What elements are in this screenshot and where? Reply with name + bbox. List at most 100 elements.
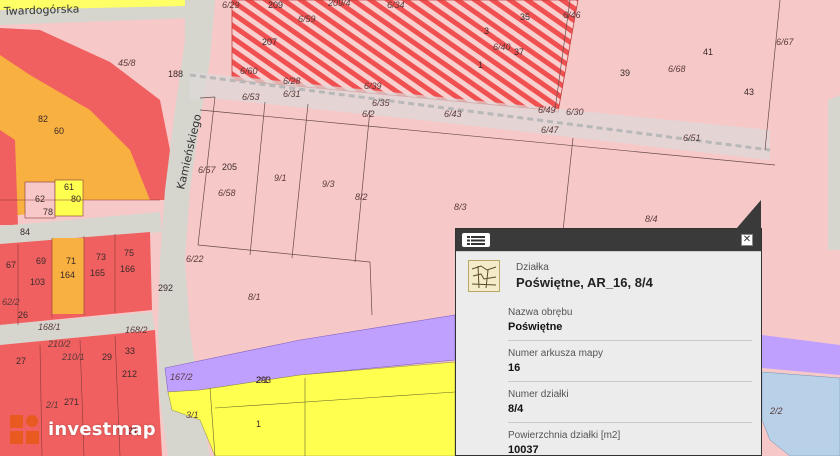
parcel-label: 6/31: [283, 89, 301, 99]
attribute-row: Powierzchnia działki [m2] 10037: [508, 423, 752, 456]
parcel-label: 2/1: [45, 400, 59, 410]
parcel-label: 39: [620, 68, 630, 78]
parcel-label: 103: [30, 277, 45, 287]
close-icon[interactable]: ✕: [741, 234, 753, 246]
popup-header: ✕: [456, 229, 761, 251]
attribute-value: Poświętne: [508, 321, 563, 333]
feature-type: Działka: [516, 262, 549, 273]
parcel-label: 6/34: [387, 0, 405, 10]
parcel-label: 209: [268, 0, 283, 10]
parcel-label: 188: [168, 69, 183, 79]
parcel-label: 209/4: [327, 0, 351, 8]
parcel-label: 43: [744, 87, 754, 97]
attribute-key: Powierzchnia działki [m2]: [508, 430, 621, 441]
list-menu-icon[interactable]: [462, 233, 490, 247]
parcel-label: 1: [256, 419, 261, 429]
parcel-label: 6/53: [242, 92, 260, 102]
attribute-key: Numer arkusza mapy: [508, 348, 604, 359]
parcel-label: 6/58: [218, 188, 236, 198]
parcel-label: 6/47: [541, 125, 560, 135]
parcel-label: 292: [158, 283, 173, 293]
parcel-map-icon: [468, 260, 500, 292]
street-label-twardogorska: Twardogórska: [3, 2, 80, 18]
attribute-value: 16: [508, 362, 521, 374]
parcel-label: 6/68: [668, 64, 686, 74]
attribute-row: Numer działki 8/4: [508, 382, 752, 423]
parcel-label: 6/46: [563, 10, 581, 20]
parcel-label: 205: [222, 162, 237, 172]
parcel-label: 84: [20, 227, 30, 237]
parcel-label: 6/2: [362, 109, 375, 119]
parcel-label: 9/1: [274, 173, 287, 183]
parcel-label: 27: [16, 356, 26, 366]
parcel-label: 6/39: [364, 81, 382, 91]
parcel-label: 6/49: [538, 105, 556, 115]
parcel-label: 168/1: [38, 322, 61, 332]
parcel-label: 9/3: [322, 179, 335, 189]
parcel-label: 29: [102, 352, 112, 362]
parcel-label: 6/43: [444, 109, 462, 119]
parcel-label: 26: [18, 310, 28, 320]
attribute-row: Numer arkusza mapy 16: [508, 341, 752, 382]
parcel-label: 207: [262, 37, 277, 47]
parcel-label: 6/57: [198, 165, 217, 175]
parcel-info-popup: ✕ Działka Poświętne, AR_16, 8/4 Nazwa ob…: [455, 228, 762, 456]
popup-pointer: [736, 200, 761, 229]
parcel-label: 293: [256, 375, 271, 385]
parcel-label: 69: [36, 256, 46, 266]
parcel-label: 6/40: [493, 42, 511, 52]
parcel-label: 2/2: [769, 406, 783, 416]
parcel-label: 164: [60, 270, 75, 280]
feature-name: Poświętne, AR_16, 8/4: [516, 275, 653, 290]
parcel-label: 212: [122, 369, 137, 379]
parcel-label: 33: [125, 346, 135, 356]
parcel-label: 75: [124, 248, 134, 258]
parcel-label: 6/60: [240, 66, 258, 76]
logo-text: investmap: [48, 418, 156, 440]
attribute-row: Nazwa obrębu Poświętne: [508, 300, 752, 341]
parcel-label: 6/22: [186, 254, 204, 264]
parcel-label: 82: [38, 114, 48, 124]
parcel-label: 62/2: [2, 297, 20, 307]
parcel-label: 3: [484, 26, 489, 36]
parcel-label: 80: [71, 194, 81, 204]
investmap-logo[interactable]: investmap: [10, 413, 156, 445]
attribute-value: 10037: [508, 444, 539, 456]
parcel-label: 6/28: [283, 76, 301, 86]
attribute-key: Nazwa obrębu: [508, 307, 573, 318]
parcel-label: 78: [43, 207, 53, 217]
parcel-label: 8/4: [645, 214, 658, 224]
parcel-label: 1: [478, 60, 483, 70]
parcel-label: 45/8: [118, 58, 136, 68]
parcel-label: 61: [64, 182, 74, 192]
parcel-label: 271: [64, 397, 79, 407]
parcel-label: 3/1: [186, 410, 199, 420]
parcel-label: 6/67: [776, 37, 795, 47]
parcel-label: 6/29: [222, 0, 240, 10]
parcel-label: 41: [703, 47, 713, 57]
parcel-label: 8/2: [355, 192, 368, 202]
parcel-label: 8/1: [248, 292, 261, 302]
parcel-label: 6/30: [566, 107, 584, 117]
parcel-label: 73: [96, 252, 106, 262]
parcel-label: 6/35: [372, 98, 391, 108]
parcel-label: 0: [0, 0, 5, 2]
investmap-logo-icon: [10, 415, 39, 444]
attribute-value: 8/4: [508, 403, 524, 415]
feature-header: Działka Poświętne, AR_16, 8/4: [468, 260, 749, 292]
parcel-label: 60: [54, 126, 64, 136]
parcel-label: 168/2: [125, 325, 148, 335]
parcel-label: 166: [120, 264, 135, 274]
parcel-label: 62: [35, 194, 45, 204]
parcel-label: 210/1: [61, 352, 85, 362]
parcel-label: 167/2: [170, 372, 193, 382]
parcel-label: 6/51: [683, 133, 701, 143]
parcel-label: 67: [6, 260, 16, 270]
parcel-label: 71: [66, 256, 76, 266]
parcel-label: 35: [520, 12, 530, 22]
parcel-label: 8/3: [454, 202, 467, 212]
parcel-label: 6/59: [298, 14, 316, 24]
popup-body: Działka Poświętne, AR_16, 8/4 Nazwa obrę…: [456, 251, 761, 456]
parcel-label: 37: [514, 47, 524, 57]
gray-right-strip: [828, 95, 840, 250]
